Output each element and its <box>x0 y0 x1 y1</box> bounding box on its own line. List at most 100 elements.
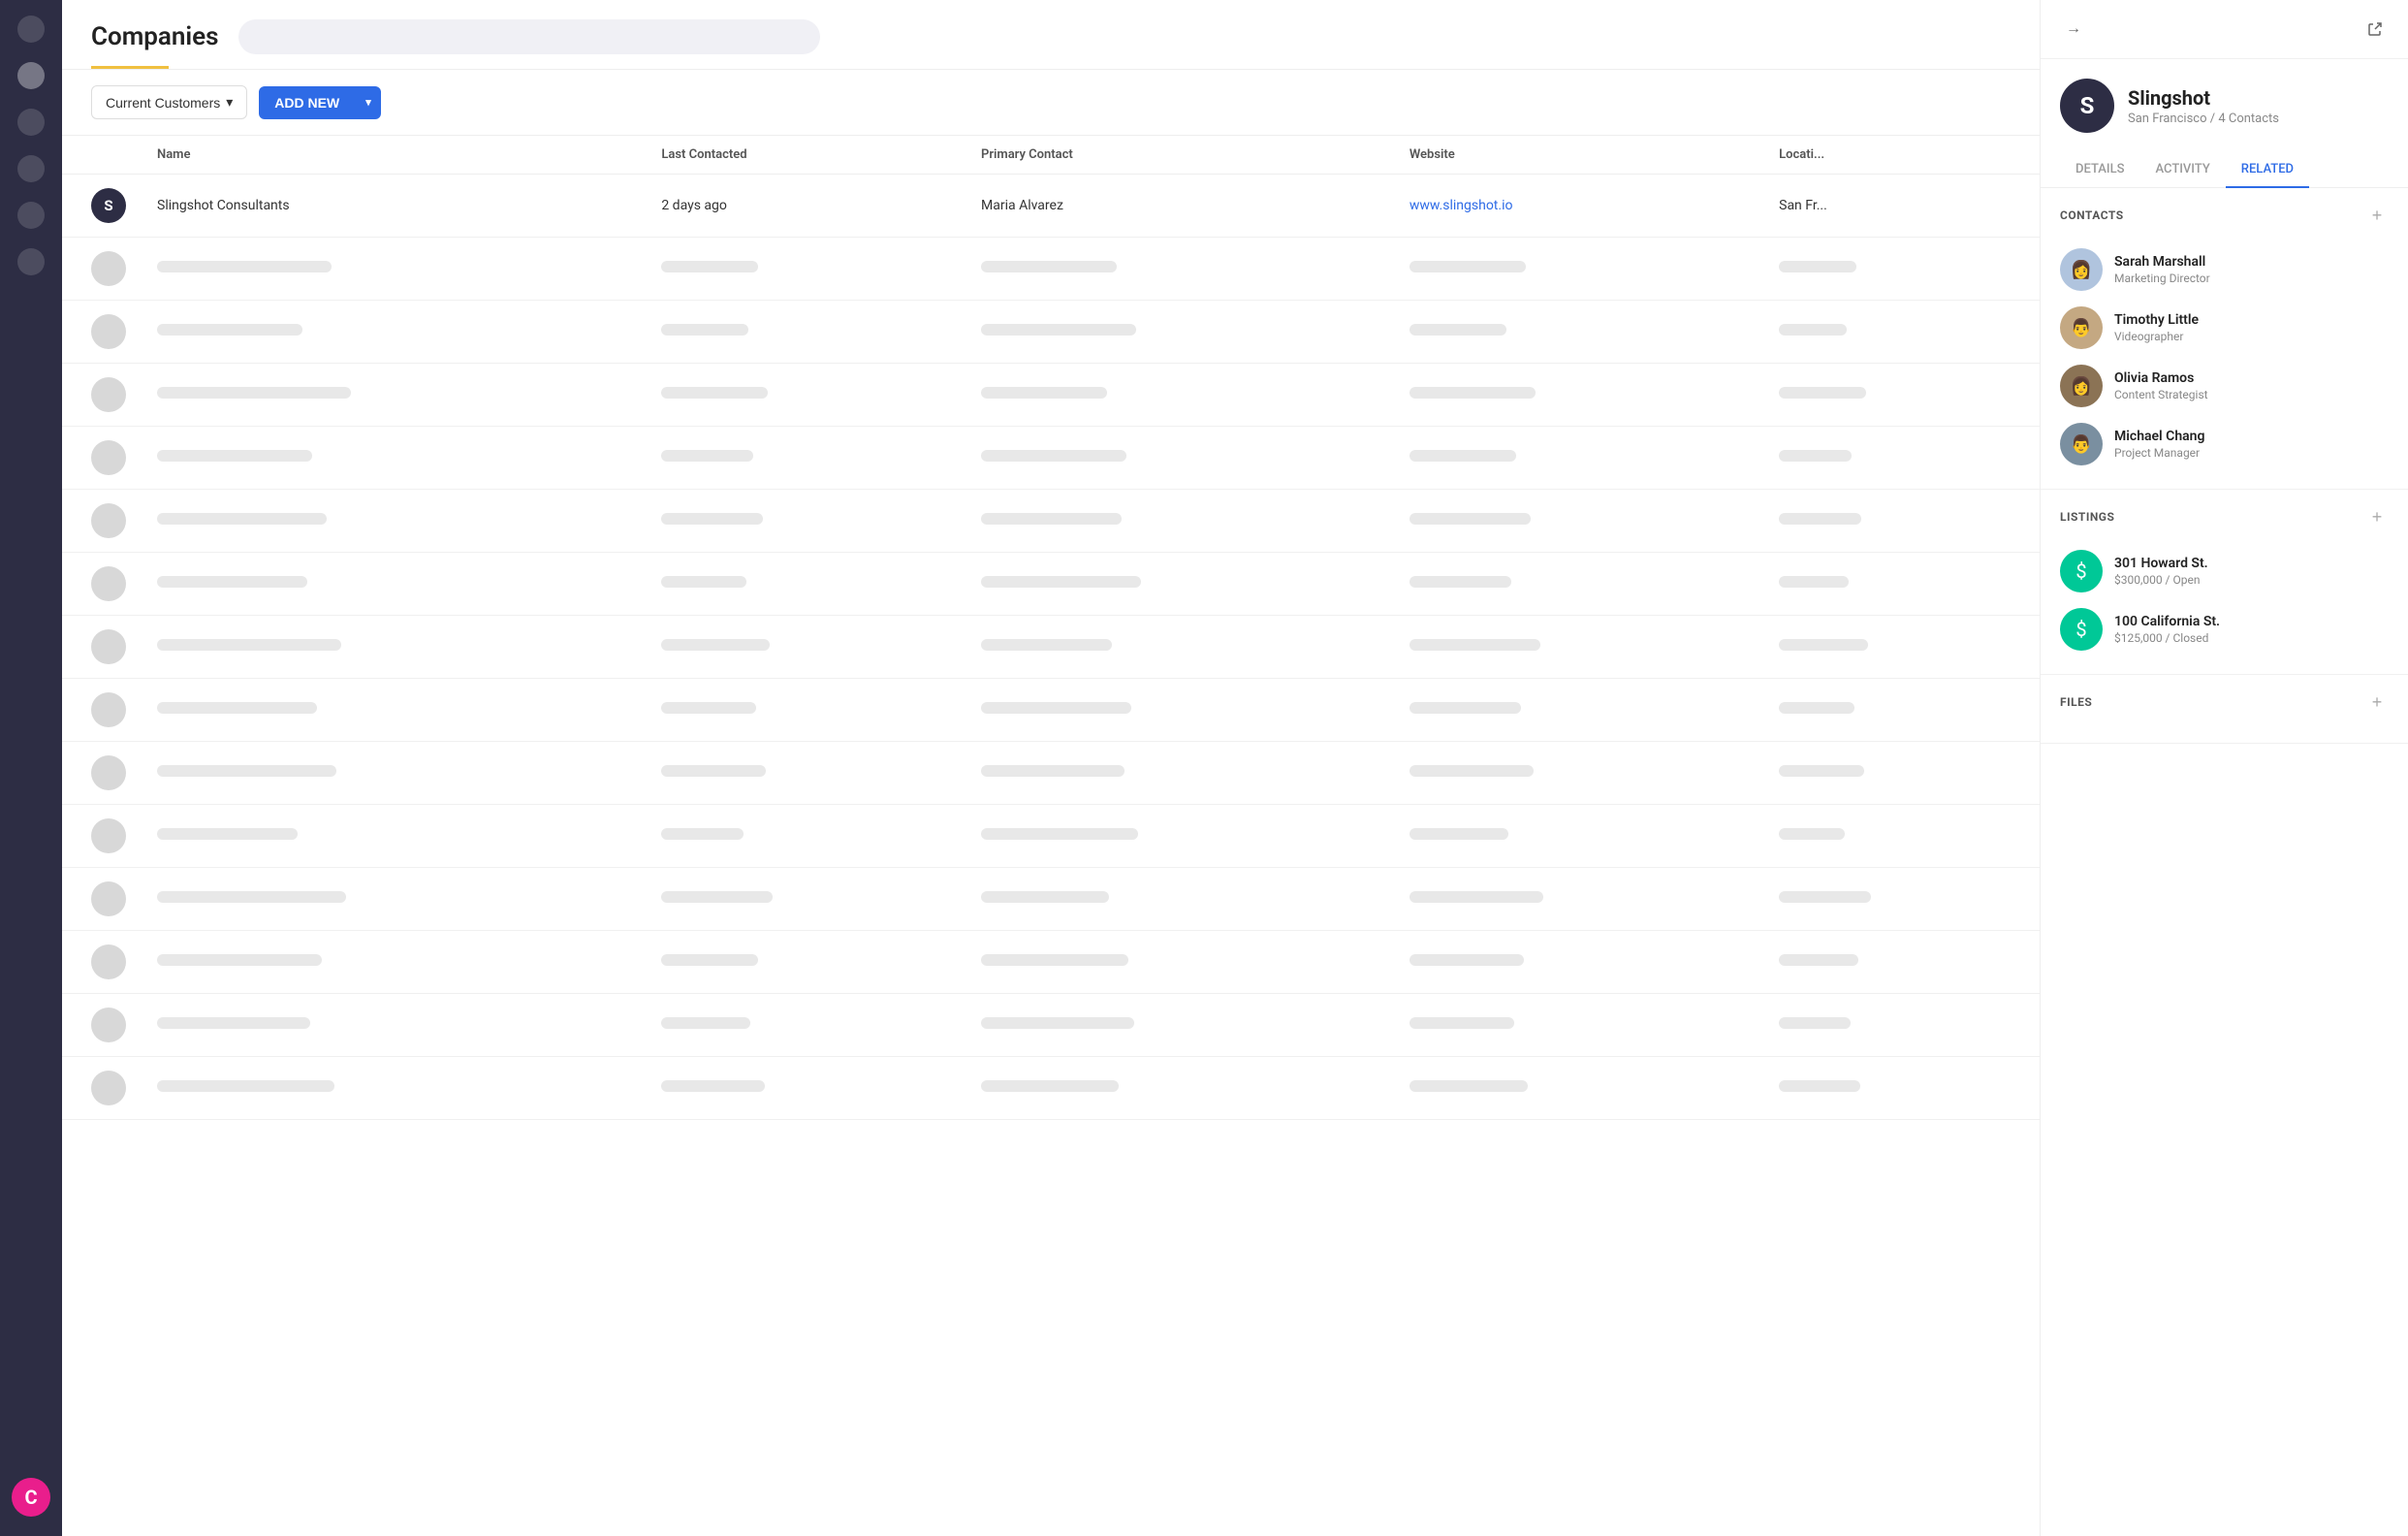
sidebar-item-4[interactable] <box>17 155 45 182</box>
row-avatar-cell <box>62 364 142 427</box>
tab-related[interactable]: RELATED <box>2226 152 2309 188</box>
skeleton-cell <box>1394 301 1763 364</box>
contact-item-olivia[interactable]: 👩 Olivia Ramos Content Strategist <box>2060 357 2389 415</box>
skeleton-cell <box>1394 616 1763 679</box>
row-avatar-cell <box>62 1057 142 1120</box>
avatar-placeholder <box>91 629 126 664</box>
sidebar-item-6[interactable] <box>17 248 45 275</box>
row-avatar-cell <box>62 238 142 301</box>
panel-external-link-icon[interactable] <box>2361 16 2389 43</box>
listing-sub-2: $125,000 / Closed <box>2114 631 2220 645</box>
avatar-placeholder <box>91 818 126 853</box>
skeleton-bar <box>661 387 768 399</box>
col-primary-contact[interactable]: Primary Contact <box>966 136 1394 175</box>
contact-avatar-sarah: 👩 <box>2060 248 2103 291</box>
skeleton-bar <box>1779 954 1858 966</box>
website-link[interactable]: www.slingshot.io <box>1410 198 1513 213</box>
table-row[interactable] <box>62 490 2040 553</box>
skeleton-cell <box>646 490 966 553</box>
skeleton-cell <box>142 679 646 742</box>
skeleton-bar <box>661 576 746 588</box>
col-location[interactable]: Locati... <box>1763 136 2040 175</box>
contact-item-timothy[interactable]: 👨 Timothy Little Videographer <box>2060 299 2389 357</box>
table-row[interactable]: S Slingshot Consultants 2 days ago Maria… <box>62 175 2040 238</box>
skeleton-cell <box>142 301 646 364</box>
table-row[interactable] <box>62 427 2040 490</box>
listings-add-button[interactable]: + <box>2365 505 2389 528</box>
skeleton-bar <box>157 828 298 840</box>
skeleton-bar <box>157 324 302 336</box>
skeleton-bar <box>157 891 346 903</box>
table-row[interactable] <box>62 742 2040 805</box>
row-avatar-cell <box>62 805 142 868</box>
skeleton-bar <box>157 513 327 525</box>
contacts-add-button[interactable]: + <box>2365 204 2389 227</box>
row-location: San Fr... <box>1763 175 2040 238</box>
search-input[interactable] <box>238 19 820 54</box>
table-row[interactable] <box>62 364 2040 427</box>
sidebar-item-3[interactable] <box>17 109 45 136</box>
contact-name-michael: Michael Chang <box>2114 429 2204 444</box>
skeleton-cell <box>142 742 646 805</box>
skeleton-cell <box>142 238 646 301</box>
panel-back-icon[interactable]: → <box>2060 16 2087 43</box>
skeleton-cell <box>142 490 646 553</box>
tab-activity[interactable]: ACTIVITY <box>2139 152 2225 188</box>
contact-item-michael[interactable]: 👨 Michael Chang Project Manager <box>2060 415 2389 473</box>
skeleton-cell <box>1763 742 2040 805</box>
table-row[interactable] <box>62 868 2040 931</box>
skeleton-cell <box>646 931 966 994</box>
files-section-title: FILES <box>2060 695 2092 709</box>
skeleton-cell <box>966 364 1394 427</box>
table-row[interactable] <box>62 238 2040 301</box>
row-website[interactable]: www.slingshot.io <box>1394 175 1763 238</box>
skeleton-bar <box>981 765 1125 777</box>
table-row[interactable] <box>62 1057 2040 1120</box>
table-row[interactable] <box>62 679 2040 742</box>
app-logo[interactable]: C <box>12 1478 50 1517</box>
sidebar-item-5[interactable] <box>17 202 45 229</box>
avatar-placeholder <box>91 503 126 538</box>
skeleton-bar <box>661 639 770 651</box>
avatar-placeholder <box>91 881 126 916</box>
table-row[interactable] <box>62 301 2040 364</box>
chevron-down-icon: ▾ <box>226 94 233 111</box>
table-row[interactable] <box>62 553 2040 616</box>
skeleton-bar <box>157 450 312 462</box>
listing-item-1[interactable]: $ 301 Howard St. $300,000 / Open <box>2060 542 2389 600</box>
panel-company-info: S Slingshot San Francisco / 4 Contacts <box>2041 59 2408 152</box>
table-row[interactable] <box>62 931 2040 994</box>
skeleton-cell <box>1763 805 2040 868</box>
table-row[interactable] <box>62 616 2040 679</box>
listings-section-title: LISTINGS <box>2060 510 2114 524</box>
skeleton-bar <box>661 513 763 525</box>
contact-avatar-olivia: 👩 <box>2060 365 2103 407</box>
filter-button[interactable]: Current Customers ▾ <box>91 85 247 119</box>
listing-item-2[interactable]: $ 100 California St. $125,000 / Closed <box>2060 600 2389 658</box>
sidebar-item-2[interactable] <box>17 62 45 89</box>
add-new-arrow-icon[interactable]: ▾ <box>356 87 381 117</box>
skeleton-cell <box>646 553 966 616</box>
table-row[interactable] <box>62 994 2040 1057</box>
contact-info-michael: Michael Chang Project Manager <box>2114 429 2204 460</box>
skeleton-bar <box>1410 324 1506 336</box>
page-header: Companies <box>62 0 2040 70</box>
files-add-button[interactable]: + <box>2365 690 2389 714</box>
tab-details[interactable]: DETAILS <box>2060 152 2139 188</box>
avatar-placeholder <box>91 692 126 727</box>
col-website[interactable]: Website <box>1394 136 1763 175</box>
row-avatar-cell <box>62 994 142 1057</box>
skeleton-cell <box>1394 553 1763 616</box>
sidebar-item-1[interactable] <box>17 16 45 43</box>
skeleton-cell <box>966 427 1394 490</box>
skeleton-bar <box>157 576 307 588</box>
contact-item-sarah[interactable]: 👩 Sarah Marshall Marketing Director <box>2060 240 2389 299</box>
skeleton-cell <box>966 1057 1394 1120</box>
col-name[interactable]: Name <box>142 136 646 175</box>
skeleton-cell <box>1763 994 2040 1057</box>
col-last-contacted[interactable]: Last Contacted <box>646 136 966 175</box>
table-row[interactable] <box>62 805 2040 868</box>
sidebar: C <box>0 0 62 1536</box>
add-new-button[interactable]: ADD NEW ▾ <box>259 86 380 119</box>
skeleton-bar <box>981 954 1128 966</box>
